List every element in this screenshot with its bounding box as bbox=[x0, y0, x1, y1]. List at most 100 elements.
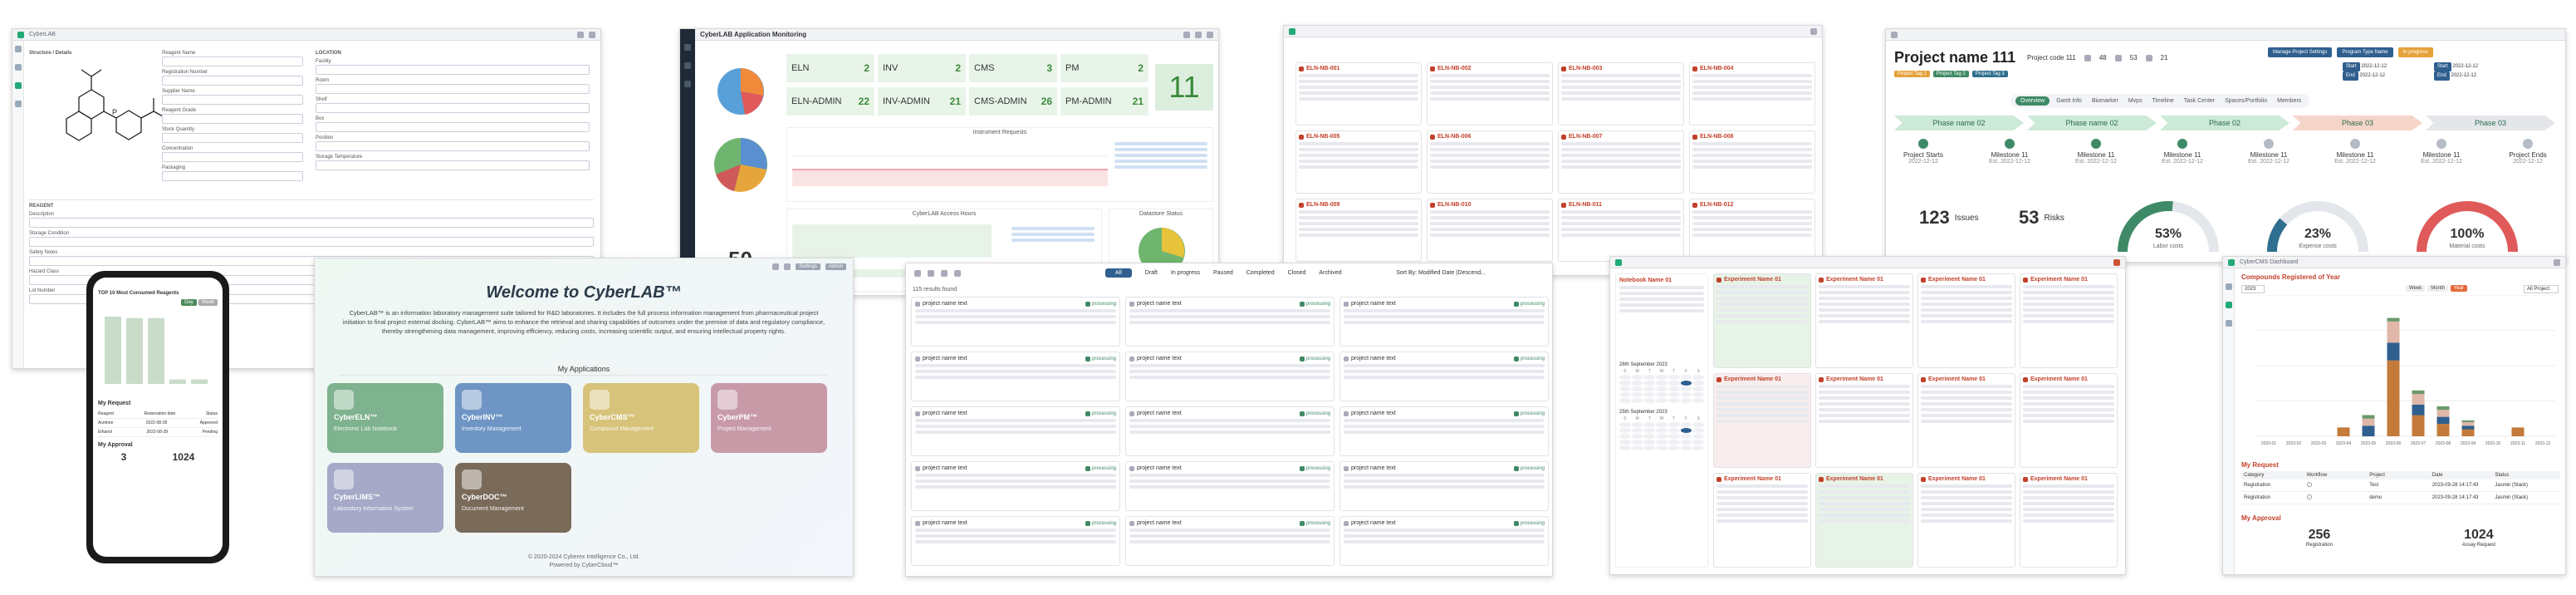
calendar-day-cell[interactable] bbox=[1692, 428, 1704, 433]
calendar-day-cell[interactable] bbox=[1680, 422, 1692, 427]
monitor-nav-user-icon[interactable] bbox=[684, 81, 691, 87]
project-card[interactable]: project name text processing bbox=[1339, 406, 1549, 456]
project-tab[interactable]: Timeline bbox=[2149, 96, 2177, 106]
calendar-day-cell[interactable] bbox=[1668, 422, 1680, 427]
experiment-card[interactable]: Experiment Name 01 bbox=[1917, 473, 2015, 568]
compounds-table-row[interactable]: Registration Test 2023-09-28 14:17:43 Jasmi… bbox=[2241, 479, 2560, 492]
project-card[interactable]: project name text processing bbox=[1125, 406, 1335, 456]
project-card[interactable]: project name text processing bbox=[1125, 461, 1335, 511]
notebook-card[interactable]: ELN-NB-001 bbox=[1295, 62, 1422, 125]
calendar-day-cell[interactable] bbox=[1692, 386, 1704, 391]
experiment-card[interactable]: Experiment Name 01 bbox=[1917, 273, 2015, 368]
calendar-day-cell[interactable] bbox=[1619, 392, 1631, 397]
mobile-filter-week[interactable]: Week bbox=[198, 299, 218, 306]
calendar-day-cell[interactable] bbox=[1643, 440, 1656, 445]
status-tab[interactable]: Draft bbox=[1145, 270, 1158, 276]
manage-project-button[interactable]: Manage Project Settings bbox=[2268, 47, 2333, 57]
project-card[interactable]: project name text processing bbox=[911, 516, 1120, 566]
calendar-day-cell[interactable] bbox=[1631, 434, 1643, 439]
calendar-day-cell[interactable] bbox=[1692, 375, 1704, 380]
field-input[interactable] bbox=[162, 171, 303, 181]
calendar-day-cell[interactable] bbox=[1643, 381, 1656, 386]
notebook-card[interactable]: ELN-NB-002 bbox=[1427, 62, 1553, 125]
field-input[interactable] bbox=[316, 160, 590, 170]
calendar-day-cell[interactable] bbox=[1668, 375, 1680, 380]
calendar-day-cell[interactable] bbox=[1631, 375, 1643, 380]
calendar-day-cell[interactable] bbox=[1668, 392, 1680, 397]
nav-settings-icon[interactable] bbox=[15, 101, 22, 107]
welcome-user-button[interactable]: Admin bbox=[825, 263, 846, 270]
field-input[interactable] bbox=[162, 152, 303, 162]
field-input[interactable] bbox=[316, 65, 590, 75]
experiment-card[interactable]: Experiment Name 01 bbox=[1815, 273, 1913, 368]
project-status-button[interactable]: In progress bbox=[2397, 47, 2433, 57]
calendar-day-cell[interactable] bbox=[1680, 386, 1692, 391]
project-tab[interactable]: Overview bbox=[2015, 96, 2050, 106]
calendar-day-cell[interactable] bbox=[1680, 445, 1692, 450]
notebook-check-icon[interactable] bbox=[1299, 66, 1304, 71]
calendar-day-cell[interactable] bbox=[1643, 422, 1656, 427]
compounds-year-select[interactable]: 2023 bbox=[2241, 285, 2265, 293]
field-input[interactable] bbox=[162, 76, 303, 86]
calendar-day-cell[interactable] bbox=[1619, 381, 1631, 386]
calendar-day-cell[interactable] bbox=[1619, 428, 1631, 433]
calendar-day-cell[interactable] bbox=[1692, 434, 1704, 439]
calendar-day-cell[interactable] bbox=[1656, 398, 1668, 403]
calendar-day-cell[interactable] bbox=[1643, 428, 1656, 433]
compounds-user-icon[interactable] bbox=[2554, 258, 2560, 266]
project-card[interactable]: project name text processing bbox=[1125, 352, 1335, 401]
calendar-day-cell[interactable] bbox=[1680, 434, 1692, 439]
field-input[interactable] bbox=[29, 218, 594, 228]
calendar-day-cell[interactable] bbox=[1680, 392, 1692, 397]
notebook-card[interactable]: ELN-NB-003 bbox=[1558, 62, 1684, 125]
field-input[interactable] bbox=[316, 103, 590, 113]
calendar-day-cell[interactable] bbox=[1619, 386, 1631, 391]
calendar-day-cell[interactable] bbox=[1631, 445, 1643, 450]
experiment-card[interactable]: Experiment Name 01 bbox=[2020, 273, 2118, 368]
calendar-day-cell[interactable] bbox=[1643, 445, 1656, 450]
project-card[interactable]: project name text processing bbox=[1125, 297, 1335, 347]
calendar-day-cell[interactable] bbox=[1656, 434, 1668, 439]
notebook-card[interactable]: ELN-NB-006 bbox=[1427, 130, 1553, 194]
calendar-day-cell[interactable] bbox=[1668, 434, 1680, 439]
notebook-check-icon[interactable] bbox=[1299, 202, 1304, 208]
mobile-filter-day[interactable]: Day bbox=[181, 299, 197, 306]
experiment-card[interactable]: Experiment Name 01 bbox=[1917, 373, 2015, 468]
project-tab[interactable]: Biomarker bbox=[2089, 96, 2122, 106]
calendar-day-cell[interactable] bbox=[1656, 445, 1668, 450]
notebook-check-icon[interactable] bbox=[1561, 66, 1566, 71]
notebook-card[interactable]: ELN-NB-008 bbox=[1689, 130, 1815, 194]
monitor-nav-home-icon[interactable] bbox=[684, 44, 691, 51]
project-card[interactable]: project name text processing bbox=[1125, 516, 1335, 566]
notebook-check-icon[interactable] bbox=[1561, 134, 1566, 140]
project-tab[interactable]: Spaces/Portfolio bbox=[2221, 96, 2270, 106]
calendar-day-cell[interactable] bbox=[1656, 381, 1668, 386]
notebook-check-icon[interactable] bbox=[1430, 202, 1435, 208]
calendar-day-cell[interactable] bbox=[1631, 428, 1643, 433]
project-card[interactable]: project name text processing bbox=[1339, 461, 1549, 511]
user-icon[interactable] bbox=[589, 31, 595, 38]
field-input[interactable] bbox=[162, 114, 303, 124]
eln-user-icon[interactable] bbox=[2113, 258, 2120, 266]
grid-view-icon[interactable] bbox=[941, 270, 948, 277]
project-card[interactable]: project name text processing bbox=[911, 461, 1120, 511]
nav-list-icon[interactable] bbox=[15, 64, 22, 71]
notebook-card[interactable]: ELN-NB-007 bbox=[1558, 130, 1684, 194]
back-icon[interactable] bbox=[914, 270, 921, 277]
program-type-button[interactable]: Program Type Name bbox=[2337, 47, 2393, 57]
notebook-card[interactable]: ELN-NB-012 bbox=[1689, 199, 1815, 262]
calendar-day-cell[interactable] bbox=[1631, 392, 1643, 397]
project-card[interactable]: project name text processing bbox=[1339, 516, 1549, 566]
project-tab[interactable]: Gantt Info bbox=[2053, 96, 2085, 106]
experiment-card[interactable]: Experiment Name 01 bbox=[1815, 473, 1913, 568]
monitor-nav-chart-icon[interactable] bbox=[684, 62, 691, 69]
project-card[interactable]: project name text processing bbox=[911, 406, 1120, 456]
compounds-filter-week[interactable]: Week bbox=[2406, 285, 2426, 292]
application-card[interactable]: CyberPM™ Project Management bbox=[711, 383, 827, 453]
application-card[interactable]: CyberINV™ Inventory Management bbox=[455, 383, 571, 453]
experiment-card[interactable]: Experiment Name 01 bbox=[2020, 373, 2118, 468]
monitor-refresh-icon[interactable] bbox=[1183, 31, 1190, 38]
calendar-day-cell[interactable] bbox=[1656, 375, 1668, 380]
field-input[interactable] bbox=[29, 237, 594, 247]
project-card[interactable]: project name text processing bbox=[911, 352, 1120, 401]
